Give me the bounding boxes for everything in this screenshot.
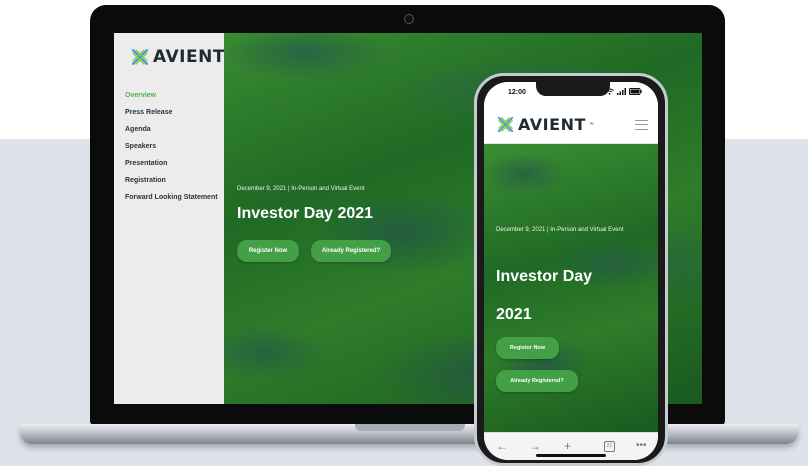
laptop-base-notch [355,424,465,431]
nav-item-forward-looking-statement[interactable]: Forward Looking Statement [125,193,218,210]
logo-trademark: ™ [588,121,594,128]
event-date: December 9, 2021 | In-Person and Virtual… [496,227,624,233]
signal-icon [617,88,627,95]
event-title: Investor Day 2021 [496,268,593,323]
logo-text: AVIENT [518,115,586,134]
register-now-button[interactable]: Register Now [496,337,559,359]
status-time: 12:00 [508,89,526,96]
battery-icon [629,88,642,95]
avient-mark-icon [132,49,148,65]
phone-hero-banner: December 9, 2021 | In-Person and Virtual… [484,144,658,432]
avient-logo[interactable]: AVIENT ™ [130,47,233,67]
logo-text: AVIENT [153,47,225,67]
avient-logo[interactable]: AVIENT ™ [496,115,594,134]
hamburger-menu-icon[interactable] [635,120,648,130]
tabs-count-icon[interactable]: 21 [604,441,615,452]
avient-mark-icon [497,116,514,133]
event-date: December 9, 2021 | In-Person and Virtual… [237,186,365,192]
status-icons [605,88,642,97]
register-now-button[interactable]: Register Now [237,240,299,262]
home-indicator [536,454,606,457]
nav-item-registration[interactable]: Registration [125,176,218,193]
sidebar: AVIENT ™ Overview Press Release Agenda S… [114,33,233,404]
nav-item-agenda[interactable]: Agenda [125,125,218,142]
nav-item-press-release[interactable]: Press Release [125,108,218,125]
already-registered-button[interactable]: Already Registered? [311,240,391,262]
back-arrow-icon[interactable]: ← [496,439,508,453]
camera-icon [404,14,414,24]
nav-item-overview[interactable]: Overview [125,91,218,108]
forward-arrow-icon[interactable]: → [529,439,541,453]
more-options-icon[interactable]: ••• [636,439,647,453]
phone-notch [536,82,610,96]
sidebar-nav: Overview Press Release Agenda Speakers P… [125,91,218,210]
new-tab-plus-icon[interactable]: + [564,439,571,453]
already-registered-button[interactable]: Already Registered? [496,370,578,392]
phone-screen: 12:00 AVIENT ™ December 9, 2021 | In-Per… [484,82,658,460]
phone-frame: 12:00 AVIENT ™ December 9, 2021 | In-Per… [474,73,668,466]
nav-item-speakers[interactable]: Speakers [125,142,218,159]
phone-header: AVIENT ™ [484,106,658,144]
event-title: Investor Day 2021 [237,205,374,222]
nav-item-presentation[interactable]: Presentation [125,159,218,176]
